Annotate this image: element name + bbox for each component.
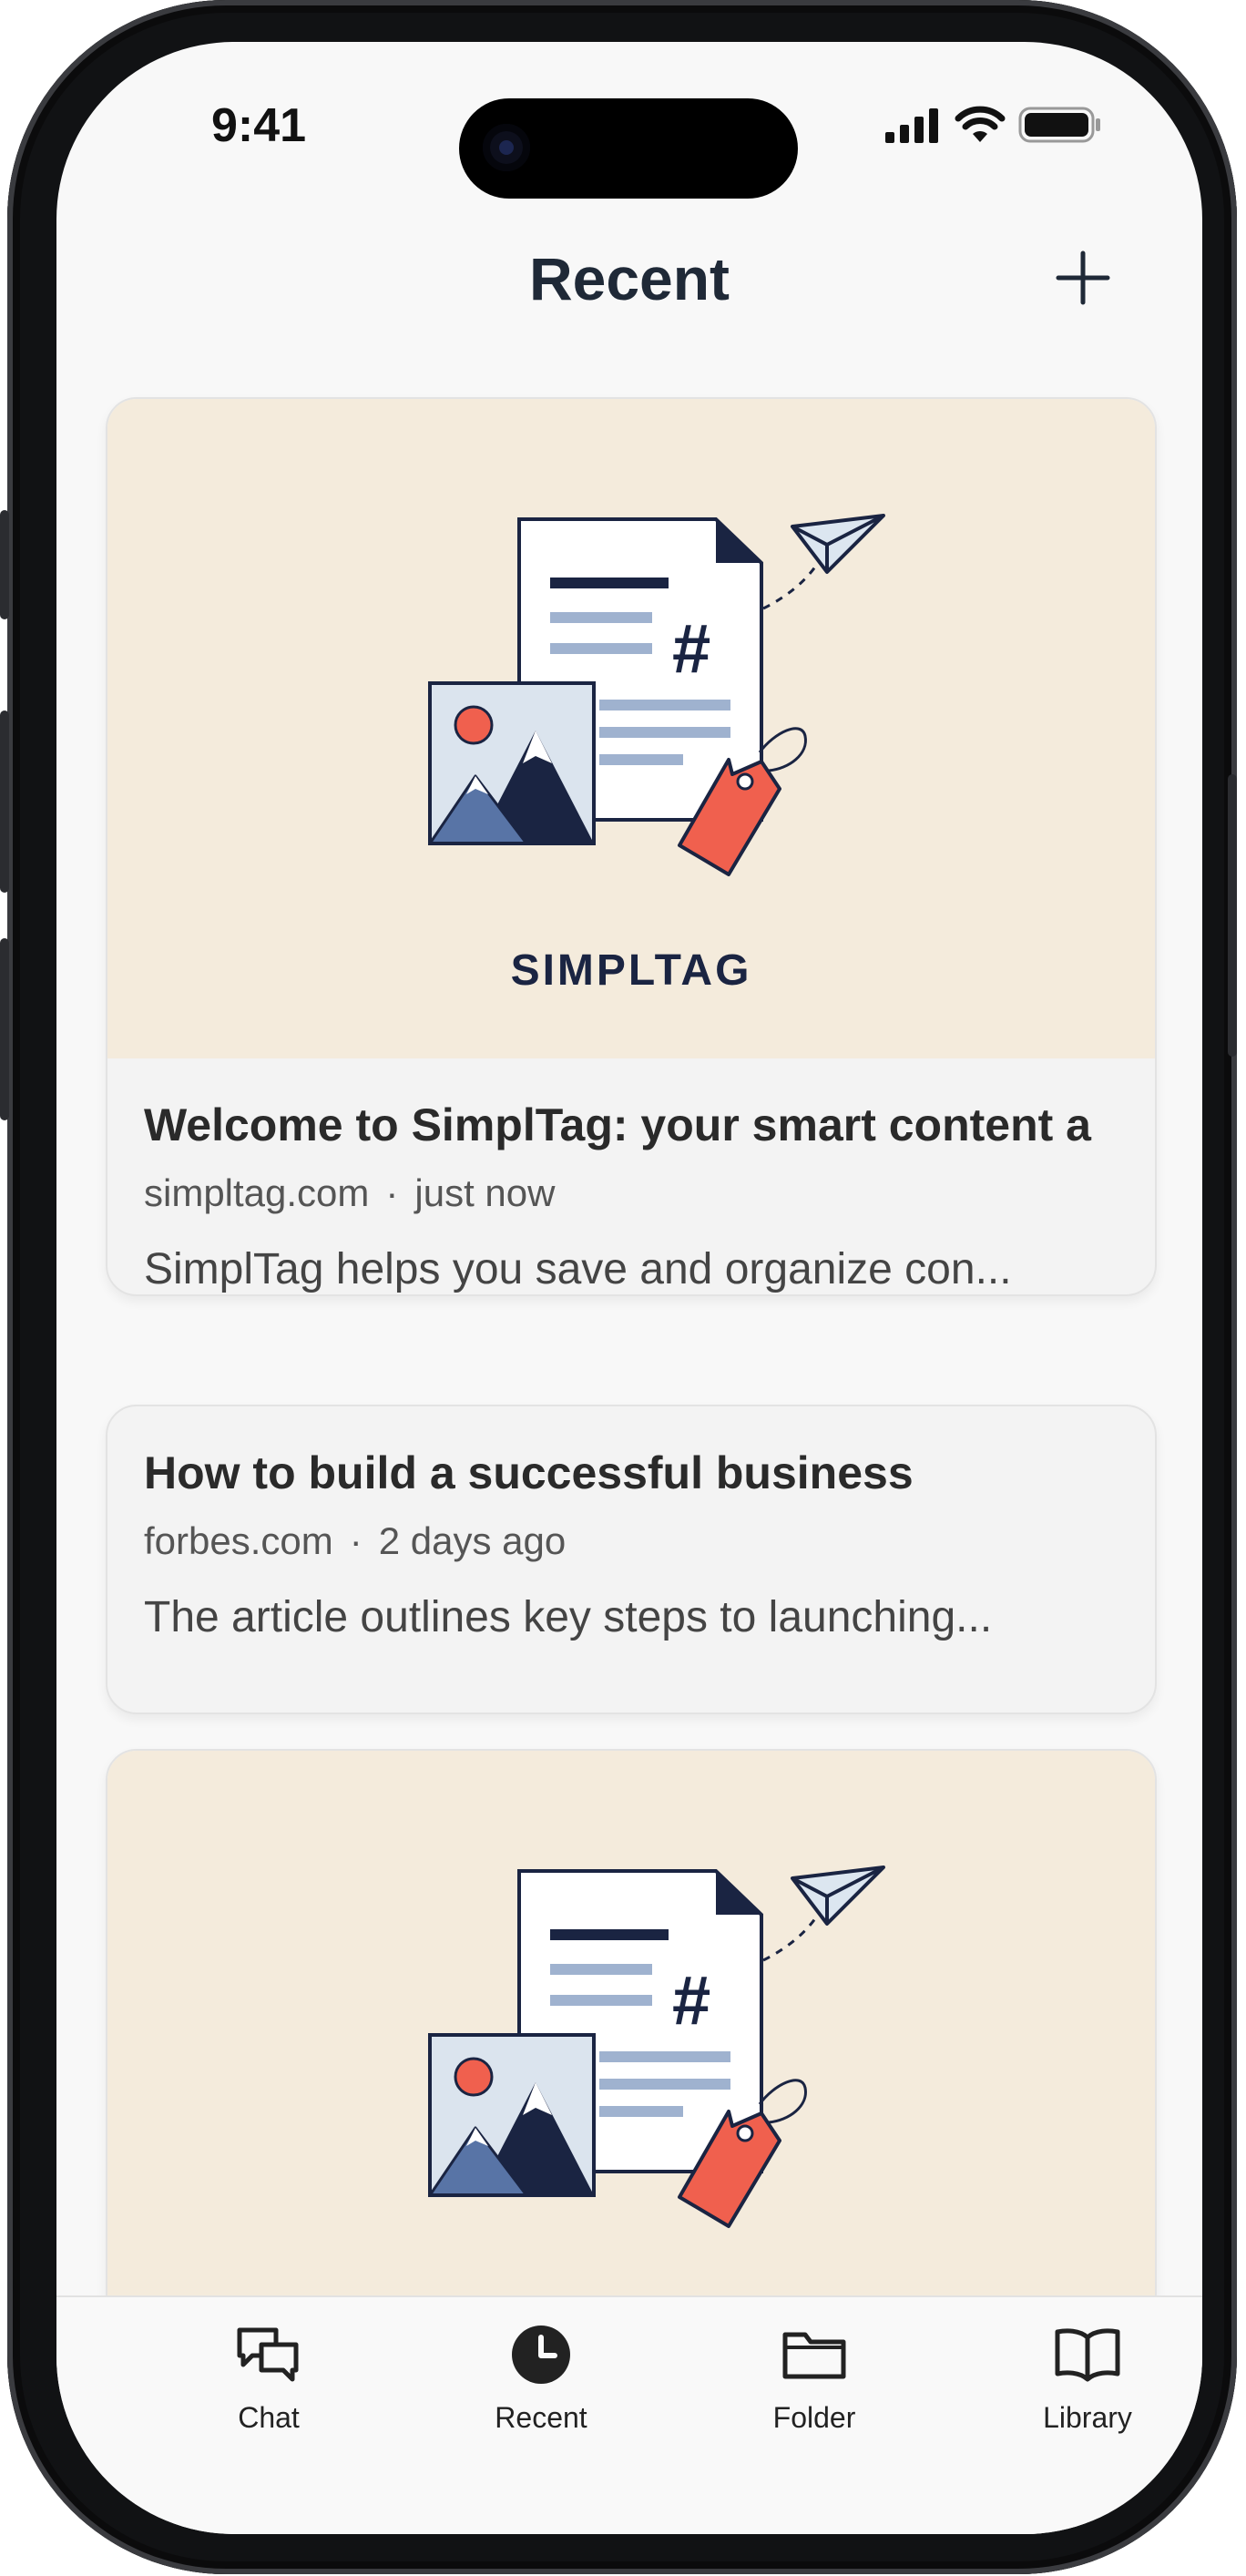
page-title: Recent — [528, 245, 730, 312]
card-time: just now — [414, 1171, 556, 1214]
action-button — [0, 510, 9, 619]
tab-chat[interactable]: Chat — [169, 2317, 369, 2435]
paper-plane-icon — [791, 1866, 885, 1926]
content-card[interactable]: # — [106, 397, 1157, 1296]
card-time: 2 days ago — [378, 1519, 567, 1562]
card-meta: forbes.com · 2 days ago — [144, 1519, 1118, 1563]
power-button — [1228, 774, 1237, 1057]
clock-icon — [512, 2326, 570, 2384]
status-time: 9:41 — [211, 99, 307, 152]
card-title: How to build a successful business — [144, 1447, 914, 1498]
book-icon — [1055, 2328, 1120, 2382]
card-meta: simpltag.com · just now — [144, 1171, 1118, 1215]
card-thumbnail: # — [107, 399, 1155, 1058]
camera-icon — [483, 124, 530, 171]
tab-library[interactable]: Library — [987, 2317, 1188, 2435]
phone-frame: 9:41 Recent # SIMPLTAG Welcome to SimplT… — [0, 0, 1237, 2574]
tab-label: Library — [1043, 2401, 1132, 2434]
meta-separator: · — [349, 1519, 363, 1562]
plus-icon — [1056, 250, 1110, 305]
card-summary: The article outlines key steps to launch… — [144, 1593, 993, 1641]
card-source: forbes.com — [144, 1519, 333, 1562]
status-icons — [885, 106, 1102, 144]
card-body: Welcome to SimplTag: your smart content … — [107, 1058, 1155, 1294]
tab-folder[interactable]: Folder — [714, 2317, 914, 2435]
add-button[interactable] — [1046, 240, 1120, 315]
volume-up-button — [0, 710, 9, 893]
battery-icon — [1018, 107, 1100, 143]
image-icon — [428, 2033, 596, 2197]
image-icon — [428, 681, 596, 845]
tab-bar: Chat Recent Folder Library — [56, 2295, 1202, 2534]
tab-label: Chat — [238, 2401, 300, 2434]
hashtag-icon: # — [672, 610, 710, 688]
tab-label: Folder — [772, 2401, 856, 2434]
chat-bubbles-icon — [237, 2327, 299, 2382]
tab-label: Recent — [495, 2401, 587, 2434]
volume-down-button — [0, 938, 9, 1120]
simpltag-illustration: # — [428, 514, 885, 876]
dynamic-island — [459, 98, 798, 199]
card-source: simpltag.com — [144, 1171, 370, 1214]
card-body: How to build a successful business forbe… — [107, 1406, 1155, 1642]
card-summary: SimplTag helps you save and organize con… — [144, 1245, 1012, 1293]
meta-separator: · — [385, 1171, 399, 1214]
content-card[interactable]: How to build a successful business forbe… — [106, 1405, 1157, 1714]
tab-recent[interactable]: Recent — [441, 2317, 641, 2435]
card-title: Welcome to SimplTag: your smart content … — [144, 1099, 1091, 1150]
folder-icon — [782, 2332, 846, 2379]
screen: 9:41 Recent # SIMPLTAG Welcome to SimplT… — [56, 42, 1202, 2534]
wifi-icon — [955, 106, 1006, 142]
simpltag-illustration: # — [428, 1866, 885, 2228]
logo-text: SIMPLTAG — [510, 946, 752, 995]
hashtag-icon: # — [672, 1962, 710, 2039]
signal-icon — [885, 108, 938, 143]
paper-plane-icon — [791, 514, 885, 574]
